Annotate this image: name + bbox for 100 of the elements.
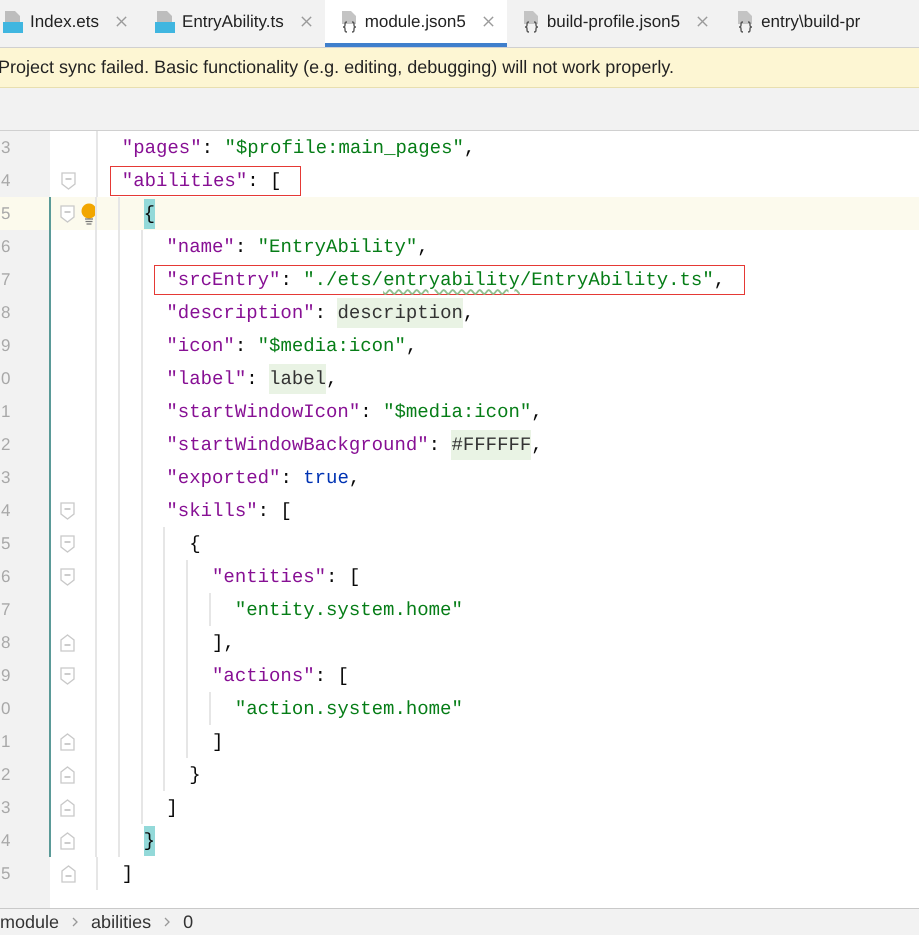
line-number: 4 — [0, 170, 12, 192]
unfold-icon[interactable] — [60, 732, 74, 750]
code-token: description — [337, 298, 463, 328]
line-number: 5 — [0, 202, 12, 225]
typescript-file-icon — [2, 10, 24, 34]
close-icon[interactable] — [115, 15, 128, 28]
code-punctuation: , — [348, 466, 360, 490]
unfold-icon[interactable] — [60, 798, 74, 816]
code-punctuation: ], — [212, 630, 235, 656]
code-token: "startWindowBackground" — [166, 432, 429, 458]
fold-icon[interactable] — [60, 204, 74, 222]
code-token: "description" — [166, 300, 315, 326]
unfold-icon[interactable] — [60, 864, 76, 882]
code-punctuation: ] — [166, 796, 178, 820]
line-number: 0 — [0, 368, 12, 390]
code-punctuation: , — [406, 334, 418, 358]
code-token: } — [144, 826, 155, 856]
breadcrumb-item[interactable]: module — [0, 909, 60, 935]
editor-tab[interactable]: entry\build-pr — [721, 0, 872, 47]
editor-tab[interactable]: build-profile.json5 — [506, 0, 722, 47]
code-token: "name" — [166, 234, 235, 260]
code-punctuation: : [ — [326, 564, 360, 590]
code-punctuation: : — [314, 300, 328, 326]
code-token: entryability — [383, 268, 520, 292]
fold-icon[interactable] — [60, 534, 74, 552]
chevron-icon — [71, 916, 80, 928]
code-punctuation: ] — [212, 730, 224, 754]
line-number: 3 — [0, 466, 12, 489]
editor-tab[interactable]: module.json5 — [324, 0, 507, 47]
code-punctuation: : — [280, 466, 293, 490]
line-number: 4 — [0, 830, 12, 852]
unfold-icon[interactable] — [60, 766, 74, 784]
code-punctuation: } — [189, 762, 201, 788]
editor-tab[interactable]: EntryAbility.ts — [140, 0, 325, 47]
code-token: "$profile:main_pages" — [224, 136, 464, 160]
code-token: "pages" — [122, 136, 202, 160]
line-number: 7 — [0, 598, 12, 621]
line-number: 9 — [0, 664, 12, 687]
code-punctuation: , — [531, 400, 543, 424]
line-number: 3 — [0, 136, 12, 159]
code-punctuation: , — [417, 234, 429, 260]
code-punctuation: : — [202, 136, 214, 160]
code-punctuation: : [ — [247, 168, 282, 194]
line-number: 9 — [0, 334, 12, 357]
line-number: 2 — [0, 434, 12, 456]
line-number: 3 — [0, 796, 12, 819]
code-token: { — [144, 198, 155, 228]
fold-icon[interactable] — [60, 502, 74, 520]
code-token: "entities" — [212, 564, 326, 590]
line-number: 8 — [0, 632, 12, 654]
code-punctuation: , — [462, 300, 474, 326]
code-punctuation: : — [280, 268, 293, 292]
code-token: "EntryAbility" — [258, 234, 418, 260]
line-number: 1 — [0, 400, 12, 423]
code-token: "abilities" — [122, 168, 248, 194]
fold-icon[interactable] — [60, 172, 76, 190]
unfold-icon[interactable] — [60, 634, 74, 652]
code-punctuation: : — [234, 234, 248, 260]
code-token: "$media:icon" — [383, 400, 532, 424]
editor-tab[interactable]: Index.ets — [0, 0, 140, 47]
close-icon[interactable] — [482, 15, 495, 28]
code-punctuation: , — [531, 432, 543, 458]
code-token: "skills" — [166, 498, 258, 524]
code-token: "actions" — [212, 664, 315, 688]
line-number: 5 — [0, 862, 12, 885]
typescript-file-icon — [154, 10, 176, 34]
chevron-icon — [163, 916, 172, 928]
code-token: "icon" — [166, 334, 235, 358]
code-punctuation: : [ — [258, 498, 292, 524]
code-token: "$media:icon" — [258, 334, 406, 358]
line-number: 1 — [0, 730, 12, 753]
code-token: "startWindowIcon" — [166, 400, 360, 424]
code-punctuation: : — [234, 334, 248, 358]
line-number: 0 — [0, 698, 12, 720]
breadcrumb-item[interactable]: 0 — [183, 909, 194, 935]
lightbulb-icon[interactable] — [80, 202, 98, 224]
line-number: 7 — [0, 268, 12, 291]
fold-icon[interactable] — [60, 568, 74, 586]
code-token: "entity.system.home" — [234, 598, 463, 622]
code-punctuation: : — [246, 366, 259, 392]
code-token: true — [303, 466, 349, 490]
close-icon[interactable] — [300, 15, 313, 28]
fold-icon[interactable] — [60, 666, 74, 684]
unfold-icon[interactable] — [60, 832, 74, 850]
line-number: 6 — [0, 236, 12, 258]
code-token: "./ets/ — [303, 268, 384, 292]
line-number: 5 — [0, 532, 12, 555]
code-token: /EntryAbility.ts" — [520, 268, 714, 292]
code-punctuation: ] — [122, 862, 134, 886]
line-number: 2 — [0, 764, 12, 786]
code-punctuation: { — [189, 532, 201, 556]
code-token: "action.system.home" — [234, 696, 463, 722]
code-token: label — [269, 364, 326, 394]
code-punctuation: : — [360, 400, 373, 424]
code-token: "label" — [166, 366, 246, 392]
close-icon[interactable] — [696, 15, 710, 28]
code-token: #FFFFFF — [451, 430, 532, 460]
code-punctuation: , — [714, 268, 726, 292]
code-token: "srcEntry" — [166, 268, 280, 292]
breadcrumb-item[interactable]: abilities — [91, 909, 152, 935]
